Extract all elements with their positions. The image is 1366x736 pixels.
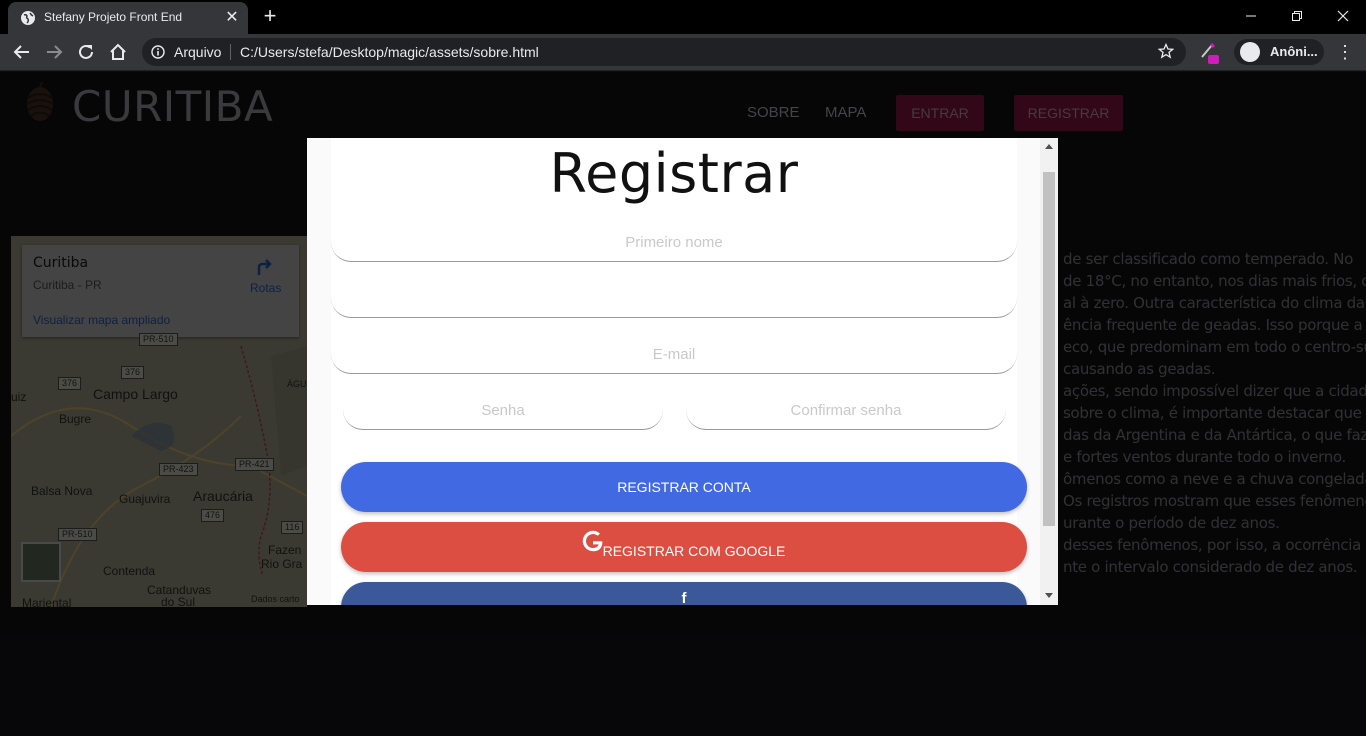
email-input[interactable] (331, 336, 1017, 373)
tab-title: Stefany Projeto Front End (44, 10, 183, 24)
reload-icon (79, 44, 93, 59)
scroll-up-icon[interactable] (1045, 144, 1053, 149)
globe-icon (21, 11, 35, 25)
modal-scrollbar[interactable] (1040, 138, 1058, 605)
close-tab-icon[interactable]: ✕ (223, 9, 241, 27)
reload-button[interactable] (72, 38, 100, 66)
modal-title: Registrar (549, 142, 799, 205)
browser-tab[interactable]: Stefany Projeto Front End ✕ (8, 2, 248, 34)
scroll-thumb[interactable] (1043, 172, 1055, 526)
first-name-input[interactable] (331, 224, 1017, 261)
register-account-button[interactable]: REGISTRAR CONTA (341, 462, 1027, 512)
restore-button[interactable] (1274, 2, 1320, 30)
browser-toolbar: Arquivo C:/Users/stefa/Desktop/magic/ass… (0, 34, 1366, 71)
browser-menu-icon[interactable]: ⋮ (1336, 42, 1354, 62)
bookmark-star-icon[interactable] (1158, 43, 1174, 59)
browser-tab-strip: Stefany Projeto Front End ✕ + (0, 0, 1366, 34)
arrow-right-icon (47, 45, 63, 59)
email-field[interactable] (331, 336, 1017, 374)
new-tab-plus-icon[interactable]: + (258, 5, 282, 28)
restore-icon (1292, 11, 1302, 21)
last-name-input[interactable] (331, 280, 1017, 317)
register-facebook-button[interactable]: f (341, 582, 1027, 605)
facebook-icon: f (681, 590, 687, 605)
scroll-down-icon[interactable] (1045, 593, 1053, 598)
arrow-left-icon (13, 45, 29, 59)
forward-button[interactable] (40, 38, 68, 66)
info-icon[interactable] (151, 45, 165, 59)
confirm-password-input[interactable] (686, 392, 1006, 429)
register-account-label: REGISTRAR CONTA (617, 479, 751, 495)
incognito-icon (1240, 42, 1260, 62)
register-google-button[interactable]: REGISTRAR COM GOOGLE (341, 522, 1027, 572)
minimize-button[interactable] (1228, 2, 1274, 30)
home-button[interactable] (104, 38, 132, 66)
extension-badge (1208, 55, 1219, 64)
password-field[interactable] (343, 392, 663, 430)
close-window-button[interactable] (1320, 2, 1366, 30)
password-input[interactable] (343, 392, 663, 429)
profile-label: Anôni... (1270, 44, 1318, 59)
url-text[interactable]: C:/Users/stefa/Desktop/magic/assets/sobr… (240, 44, 539, 60)
back-button[interactable] (8, 38, 36, 66)
first-name-field[interactable] (331, 224, 1017, 262)
address-bar[interactable]: Arquivo C:/Users/stefa/Desktop/magic/ass… (142, 38, 1186, 66)
profile-button[interactable]: Anôni... (1234, 39, 1324, 65)
register-modal: Registrar REGISTRAR CONTA REGISTRAR COM … (307, 138, 1058, 605)
minimize-icon (1246, 15, 1256, 17)
close-window-icon (1337, 10, 1349, 22)
url-scheme-label: Arquivo (174, 44, 222, 60)
home-icon (110, 43, 126, 60)
confirm-password-field[interactable] (686, 392, 1006, 430)
last-name-field[interactable] (331, 280, 1017, 318)
url-separator (230, 44, 231, 60)
register-google-label: REGISTRAR COM GOOGLE (602, 543, 786, 559)
